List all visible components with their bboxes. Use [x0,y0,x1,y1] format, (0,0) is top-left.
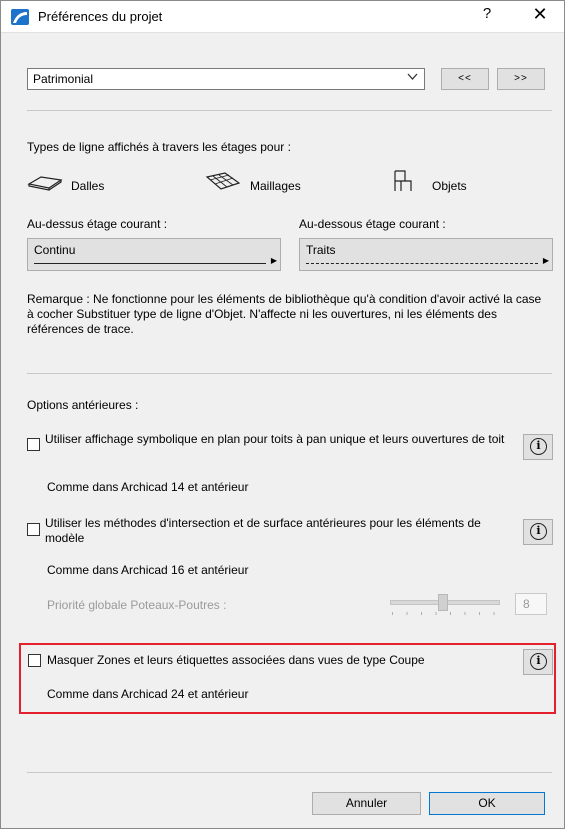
below-story-label: Au-dessous étage courant : [299,217,446,231]
option-checkbox-intersection[interactable] [27,523,40,536]
info-icon: i [530,438,547,455]
arrow-right-icon: ▶ [542,256,549,265]
info-icon: i [530,653,547,670]
legacy-options-heading: Options antérieures : [27,398,139,412]
option-checkbox-roofs[interactable] [27,438,40,451]
priority-slider[interactable] [388,592,500,618]
priority-label: Priorité globale Poteaux-Poutres : [47,598,227,612]
below-line-type-value: Traits [306,243,336,257]
info-button-intersection[interactable]: i [523,519,553,545]
option-label-intersection: Utiliser les méthodes d'intersection et … [45,516,481,545]
option-note-intersection: Comme dans Archicad 16 et antérieur [47,563,249,577]
below-line-type-button[interactable]: Traits ▶ [299,238,553,271]
option-note-zones: Comme dans Archicad 24 et antérieur [47,687,249,701]
option-label-zones: Masquer Zones et leurs étiquettes associ… [47,653,425,667]
info-button-zones[interactable]: i [523,649,553,675]
divider [27,772,552,773]
cancel-button[interactable]: Annuler [312,792,421,815]
priority-value-field[interactable]: 8 [515,593,547,615]
slider-ticks [392,612,496,615]
chevron-down-icon [407,72,418,84]
category-label-slabs: Dalles [71,179,105,193]
mesh-icon [205,171,241,194]
info-button-roofs[interactable]: i [523,434,553,460]
profile-dropdown[interactable]: Patrimonial [27,68,425,90]
previous-profile-button[interactable]: << [441,68,489,90]
help-button[interactable]: ? [477,5,497,22]
dashed-line-sample [306,263,538,264]
chair-icon [391,169,415,196]
divider [27,373,552,374]
preferences-dialog: Préférences du projet ? ✕ Patrimonial <<… [0,0,565,829]
divider [27,110,552,111]
title-bar: Préférences du projet ? ✕ [1,1,564,33]
option-checkbox-zones[interactable] [28,654,41,667]
option-label-roofs: Utiliser affichage symbolique en plan po… [45,432,505,446]
option-note-roofs: Comme dans Archicad 14 et antérieur [47,480,249,494]
slab-icon [27,174,63,195]
category-label-meshes: Maillages [250,179,301,193]
remark-text: Remarque : Ne fonctionne pour les élémen… [27,292,542,336]
close-button[interactable]: ✕ [528,4,552,25]
slider-thumb[interactable] [438,594,448,611]
archicad-logo-icon [11,9,29,25]
info-icon: i [530,523,547,540]
category-label-objects: Objets [432,179,467,193]
above-line-type-button[interactable]: Continu ▶ [27,238,281,271]
window-title: Préférences du projet [38,9,163,24]
solid-line-sample [34,263,266,264]
arrow-right-icon: ▶ [270,256,277,265]
profile-dropdown-value: Patrimonial [33,72,94,86]
line-types-heading: Types de ligne affichés à travers les ét… [27,140,291,154]
above-line-type-value: Continu [34,243,76,257]
above-story-label: Au-dessus étage courant : [27,217,168,231]
next-profile-button[interactable]: >> [497,68,545,90]
ok-button[interactable]: OK [429,792,545,815]
